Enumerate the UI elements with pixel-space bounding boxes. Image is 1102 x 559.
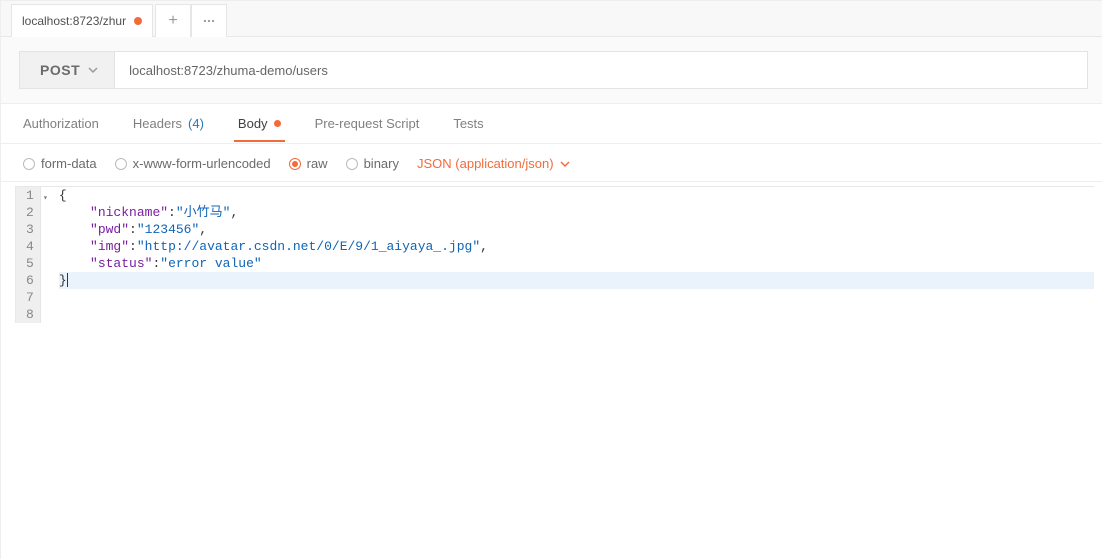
code-editor[interactable]: 12345678 { "nickname":"小竹马", "pwd":"1234… (15, 186, 1094, 323)
line-number: 4 (26, 238, 34, 255)
tabs-bar: localhost:8723/zhur + (1, 1, 1102, 37)
content-type-select[interactable]: JSON (application/json) (417, 156, 570, 171)
chevron-down-icon (88, 65, 98, 75)
app-root: localhost:8723/zhur + POST Authorization… (0, 0, 1102, 559)
radio-selected-icon (289, 158, 301, 170)
body-type-binary[interactable]: binary (346, 156, 399, 171)
text-cursor-icon (67, 273, 68, 287)
http-method-select[interactable]: POST (19, 51, 114, 89)
code-line[interactable]: "img":"http://avatar.csdn.net/0/E/9/1_ai… (59, 238, 1094, 255)
tab-body[interactable]: Body (234, 106, 285, 141)
line-number: 2 (26, 204, 34, 221)
line-number: 1 (26, 187, 34, 204)
tab-headers[interactable]: Headers (4) (129, 106, 208, 141)
code-line[interactable] (59, 289, 1094, 306)
headers-count: (4) (188, 116, 204, 131)
line-number: 6 (26, 272, 34, 289)
url-input[interactable] (114, 51, 1088, 89)
request-subtabs: Authorization Headers (4) Body Pre-reque… (1, 104, 1102, 144)
code-line[interactable]: } (59, 272, 1094, 289)
radio-icon (23, 158, 35, 170)
line-number: 8 (26, 306, 34, 323)
body-type-urlencoded[interactable]: x-www-form-urlencoded (115, 156, 271, 171)
add-tab-button[interactable]: + (155, 4, 191, 37)
body-type-row: form-data x-www-form-urlencoded raw bina… (1, 144, 1102, 182)
code-line[interactable] (59, 306, 1094, 323)
line-gutter: 12345678 (16, 187, 41, 323)
code-line[interactable]: "pwd":"123456", (59, 221, 1094, 238)
code-line[interactable]: "status":"error value" (59, 255, 1094, 272)
code-content[interactable]: { "nickname":"小竹马", "pwd":"123456", "img… (41, 187, 1094, 323)
tab-tests[interactable]: Tests (449, 106, 487, 141)
line-number: 7 (26, 289, 34, 306)
http-method-label: POST (40, 62, 80, 78)
body-modified-dot-icon (274, 120, 281, 127)
code-line[interactable]: { (59, 187, 1094, 204)
request-row: POST (1, 37, 1102, 104)
body-type-raw[interactable]: raw (289, 156, 328, 171)
modified-dot-icon (134, 17, 142, 25)
chevron-down-icon (560, 159, 570, 169)
editor-area[interactable]: 12345678 { "nickname":"小竹马", "pwd":"1234… (1, 182, 1102, 559)
radio-icon (346, 158, 358, 170)
radio-icon (115, 158, 127, 170)
body-type-formdata[interactable]: form-data (23, 156, 97, 171)
dots-horizontal-icon (202, 14, 216, 28)
code-line[interactable]: "nickname":"小竹马", (59, 204, 1094, 221)
line-number: 3 (26, 221, 34, 238)
request-tab[interactable]: localhost:8723/zhur (11, 4, 153, 37)
tab-authorization[interactable]: Authorization (19, 106, 103, 141)
tab-prerequest[interactable]: Pre-request Script (311, 106, 424, 141)
line-number: 5 (26, 255, 34, 272)
tab-more-button[interactable] (191, 4, 227, 37)
tab-label: localhost:8723/zhur (22, 14, 126, 28)
